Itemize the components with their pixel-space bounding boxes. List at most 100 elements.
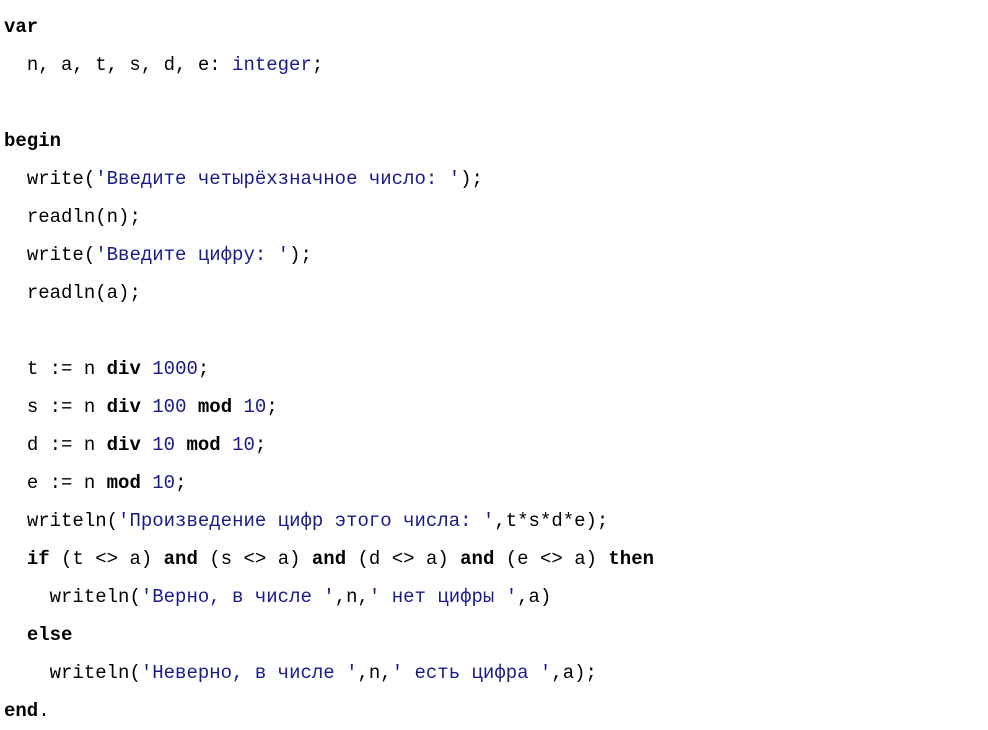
paren-close: ); — [460, 168, 483, 190]
keyword-mod: mod — [198, 396, 232, 418]
number: 10 — [232, 434, 255, 456]
code-line-18: writeln('Неверно, в числе ',n,' есть циф… — [4, 654, 988, 692]
indent — [4, 472, 27, 494]
indent — [4, 358, 27, 380]
assign: e := n — [27, 472, 107, 494]
indent — [4, 168, 27, 190]
code-line-7: write('Введите цифру: '); — [4, 236, 988, 274]
code-line-15: if (t <> a) and (s <> a) and (d <> a) an… — [4, 540, 988, 578]
string-literal: ' есть цифра ' — [392, 662, 552, 684]
number: 100 — [152, 396, 186, 418]
keyword-div: div — [107, 434, 141, 456]
keyword-and: and — [312, 548, 346, 570]
space — [141, 472, 152, 494]
code-line-5: write('Введите четырёхзначное число: '); — [4, 160, 988, 198]
space — [175, 434, 186, 456]
space — [141, 358, 152, 380]
string-literal: 'Верно, в числе ' — [141, 586, 335, 608]
paren: ( — [129, 586, 140, 608]
code-line-6: readln(n); — [4, 198, 988, 236]
keyword-begin: begin — [4, 130, 61, 152]
code-line-12: d := n div 10 mod 10; — [4, 426, 988, 464]
space — [221, 434, 232, 456]
indent — [4, 662, 50, 684]
mid: ,n, — [357, 662, 391, 684]
space — [186, 396, 197, 418]
indent — [4, 510, 27, 532]
code-line-11: s := n div 100 mod 10; — [4, 388, 988, 426]
indent — [4, 396, 27, 418]
keyword-div: div — [107, 358, 141, 380]
semicolon: ; — [198, 358, 209, 380]
func-writeln: writeln — [50, 586, 130, 608]
semicolon: ; — [175, 472, 186, 494]
close: ,a); — [551, 662, 597, 684]
paren: ( — [84, 168, 95, 190]
keyword-if: if — [27, 548, 50, 570]
code-line-19: end. — [4, 692, 988, 730]
string-literal: 'Неверно, в числе ' — [141, 662, 358, 684]
indent — [4, 586, 50, 608]
paren: ( — [107, 510, 118, 532]
code-line-4: begin — [4, 122, 988, 160]
code-line-8: readln(a); — [4, 274, 988, 312]
code-line-9 — [4, 312, 988, 350]
cond: (t <> a) — [50, 548, 164, 570]
number: 10 — [152, 434, 175, 456]
code-line-1: var — [4, 8, 988, 46]
semicolon: ; — [312, 54, 323, 76]
assign: d := n — [27, 434, 107, 456]
func-write: write — [27, 244, 84, 266]
paren: ( — [84, 244, 95, 266]
keyword-else: else — [27, 624, 73, 646]
paren-close: ); — [289, 244, 312, 266]
dot: . — [38, 700, 49, 722]
code-block: var n, a, t, s, d, e: integer; begin wri… — [4, 8, 988, 730]
rest: ,t*s*d*e); — [494, 510, 608, 532]
keyword-and: and — [460, 548, 494, 570]
indent — [4, 434, 27, 456]
number: 10 — [152, 472, 175, 494]
func-writeln: writeln — [27, 510, 107, 532]
code-line-2: n, a, t, s, d, e: integer; — [4, 46, 988, 84]
code-line-13: e := n mod 10; — [4, 464, 988, 502]
paren: ( — [129, 662, 140, 684]
func-readln: readln — [27, 282, 95, 304]
code-line-17: else — [4, 616, 988, 654]
keyword-and: and — [164, 548, 198, 570]
indent — [4, 206, 27, 228]
indent — [4, 624, 27, 646]
func-writeln: writeln — [50, 662, 130, 684]
var-decl: n, a, t, s, d, e: — [27, 54, 232, 76]
semicolon: ; — [255, 434, 266, 456]
string-literal: 'Введите цифру: ' — [95, 244, 289, 266]
assign: s := n — [27, 396, 107, 418]
space — [141, 396, 152, 418]
indent — [4, 282, 27, 304]
space — [141, 434, 152, 456]
string-literal: 'Произведение цифр этого числа: ' — [118, 510, 494, 532]
string-literal: 'Введите четырёхзначное число: ' — [95, 168, 460, 190]
number: 1000 — [152, 358, 198, 380]
type-integer: integer — [232, 54, 312, 76]
keyword-end: end — [4, 700, 38, 722]
keyword-mod: mod — [107, 472, 141, 494]
assign: t := n — [27, 358, 107, 380]
close: ,a) — [517, 586, 551, 608]
keyword-then: then — [608, 548, 654, 570]
keyword-mod: mod — [186, 434, 220, 456]
number: 10 — [244, 396, 267, 418]
semicolon: ; — [266, 396, 277, 418]
indent — [4, 244, 27, 266]
keyword-div: div — [107, 396, 141, 418]
arg: (n); — [95, 206, 141, 228]
indent — [4, 548, 27, 570]
keyword-var: var — [4, 16, 38, 38]
cond: (e <> a) — [494, 548, 608, 570]
mid: ,n, — [335, 586, 369, 608]
func-readln: readln — [27, 206, 95, 228]
code-line-3 — [4, 84, 988, 122]
arg: (a); — [95, 282, 141, 304]
code-line-16: writeln('Верно, в числе ',n,' нет цифры … — [4, 578, 988, 616]
func-write: write — [27, 168, 84, 190]
